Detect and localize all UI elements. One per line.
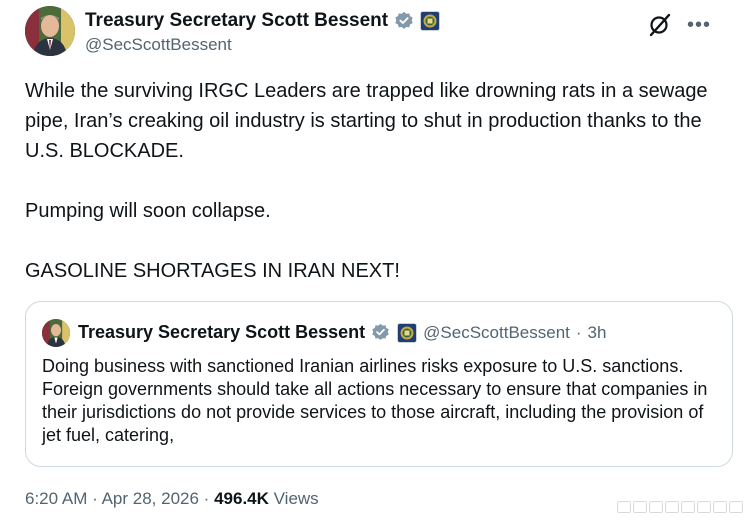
quoted-handle[interactable]: @SecScottBessent	[423, 323, 570, 343]
post-text: While the surviving IRGC Leaders are tra…	[25, 76, 725, 286]
avatar[interactable]	[25, 6, 75, 56]
quoted-header: Treasury Secretary Scott Bessent @SecSco…	[78, 322, 606, 343]
post-paragraph: GASOLINE SHORTAGES IN IRAN NEXT!	[25, 260, 400, 282]
treasury-seal-icon[interactable]	[420, 11, 441, 31]
quoted-time[interactable]: 3h	[588, 323, 607, 343]
more-icon[interactable]: •••	[687, 12, 711, 38]
quoted-tweet[interactable]: Treasury Secretary Scott Bessent @SecSco…	[25, 301, 733, 467]
author-handle[interactable]: @SecScottBessent	[85, 35, 232, 55]
author-display-name[interactable]: Treasury Secretary Scott Bessent	[85, 10, 388, 32]
post-date[interactable]: Apr 28, 2026	[102, 489, 199, 508]
views-count: 496.4K	[214, 489, 269, 508]
quoted-avatar[interactable]	[42, 319, 70, 347]
post-paragraph: While the surviving IRGC Leaders are tra…	[25, 80, 708, 162]
treasury-seal-icon[interactable]	[397, 322, 418, 343]
post-paragraph: Pumping will soon collapse.	[25, 200, 271, 222]
post-meta: 6:20 AM · Apr 28, 2026 · 496.4K Views	[25, 489, 319, 509]
name-row: Treasury Secretary Scott Bessent	[85, 10, 441, 32]
verified-badge-icon[interactable]	[394, 11, 414, 31]
quoted-text: Doing business with sanctioned Iranian a…	[42, 356, 708, 445]
watermark	[617, 501, 743, 513]
separator-dot: ·	[92, 489, 98, 508]
tweet-header: Treasury Secretary Scott Bessent @SecSco…	[25, 6, 729, 58]
post-time[interactable]: 6:20 AM	[25, 489, 87, 508]
quoted-display-name[interactable]: Treasury Secretary Scott Bessent	[78, 322, 365, 343]
tweet: Treasury Secretary Scott Bessent @SecSco…	[0, 0, 749, 521]
grok-icon[interactable]	[647, 12, 673, 38]
top-actions: •••	[647, 12, 711, 38]
verified-badge-icon[interactable]	[371, 323, 391, 343]
separator-dot: ·	[203, 489, 210, 508]
separator-dot: ·	[575, 322, 582, 342]
views-label: Views	[273, 489, 319, 508]
